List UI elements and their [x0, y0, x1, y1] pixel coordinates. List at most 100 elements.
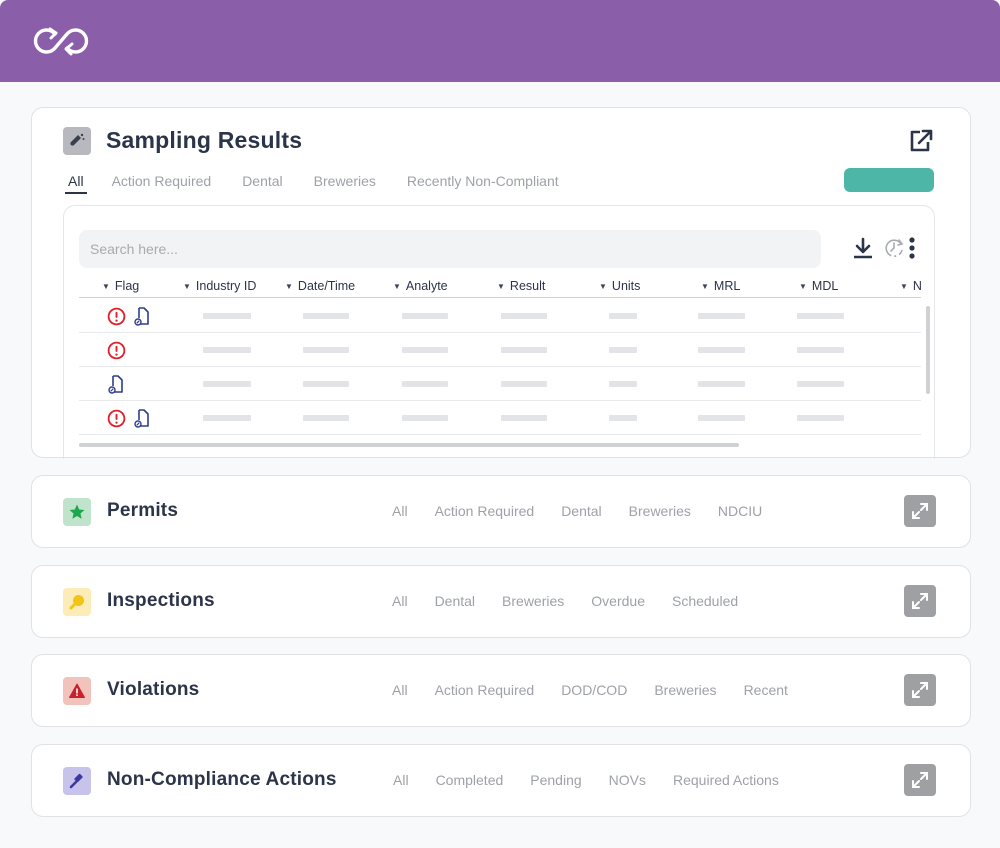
- table-row[interactable]: [79, 367, 921, 401]
- column-label: Analyte: [405, 279, 448, 293]
- expand-button[interactable]: [904, 764, 936, 796]
- column-header-date-time[interactable]: ▼ Date/Time: [285, 279, 355, 293]
- expand-button[interactable]: [904, 495, 936, 527]
- document-flag-icon[interactable]: [133, 408, 151, 428]
- tab-all[interactable]: All: [392, 503, 408, 519]
- expand-button[interactable]: [904, 674, 936, 706]
- tab-scheduled[interactable]: Scheduled: [672, 593, 738, 609]
- tab-dental[interactable]: Dental: [435, 593, 475, 609]
- column-label: Flag: [114, 279, 140, 293]
- more-vertical-icon[interactable]: [906, 236, 918, 260]
- non-compliance-actions-card: Non-Compliance Actions All Completed Pen…: [31, 744, 971, 817]
- cell-placeholder: [303, 313, 349, 319]
- tab-action-required[interactable]: Action Required: [112, 173, 212, 189]
- tab-recent[interactable]: Recent: [744, 682, 788, 698]
- tab-required-actions[interactable]: Required Actions: [673, 772, 779, 788]
- column-label: Date/Time: [297, 279, 356, 293]
- section-title: Sampling Results: [106, 127, 303, 153]
- cell-placeholder: [402, 381, 448, 387]
- tab-dod-cod[interactable]: DOD/COD: [561, 682, 627, 698]
- external-link-icon[interactable]: [908, 128, 934, 154]
- column-header-analyte[interactable]: ▼ Analyte: [393, 279, 448, 293]
- cell-placeholder: [698, 381, 745, 387]
- tab-action-required[interactable]: Action Required: [435, 682, 535, 698]
- table-header: ▼ Flag ▼ Industry ID ▼ Date/Time ▼ Analyte ▼…: [79, 278, 922, 298]
- column-header-n[interactable]: ▼ N: [900, 279, 922, 293]
- column-header-flag[interactable]: ▼ Flag: [102, 279, 139, 293]
- horizontal-scrollbar[interactable]: [79, 443, 739, 447]
- column-header-units[interactable]: ▼ Units: [599, 279, 640, 293]
- document-flag-icon[interactable]: [107, 374, 125, 394]
- tab-action-required[interactable]: Action Required: [435, 503, 535, 519]
- tab-overdue[interactable]: Overdue: [591, 593, 645, 609]
- cell-placeholder: [609, 415, 637, 421]
- search-input[interactable]: [79, 230, 821, 268]
- download-icon[interactable]: [851, 236, 875, 260]
- cell-placeholder: [698, 313, 745, 319]
- cell-placeholder: [797, 381, 844, 387]
- tab-pending[interactable]: Pending: [530, 772, 581, 788]
- permits-card: Permits All Action Required Dental Brewe…: [31, 475, 971, 548]
- cell-placeholder: [203, 381, 251, 387]
- tab-novs[interactable]: NOVs: [609, 772, 646, 788]
- alert-flag-icon[interactable]: [107, 307, 126, 326]
- vertical-scrollbar[interactable]: [926, 306, 930, 394]
- tab-recently-non-compliant[interactable]: Recently Non-Compliant: [407, 173, 559, 189]
- cell-placeholder: [698, 347, 745, 353]
- sampling-tabs: All Action Required Dental Breweries Rec…: [65, 173, 559, 194]
- cell-placeholder: [203, 415, 251, 421]
- warning-icon: [63, 677, 91, 705]
- column-header-result[interactable]: ▼ Result: [497, 279, 545, 293]
- tab-ndciu[interactable]: NDCIU: [718, 503, 762, 519]
- filter-icon: ▼: [701, 282, 709, 291]
- filter-icon: ▼: [599, 282, 607, 291]
- cell-placeholder: [797, 313, 844, 319]
- violations-tabs: All Action Required DOD/COD Breweries Re…: [392, 682, 788, 698]
- cell-placeholder: [203, 347, 251, 353]
- expand-icon: [912, 503, 928, 519]
- column-label: Result: [509, 279, 546, 293]
- cell-placeholder: [402, 347, 448, 353]
- table-row[interactable]: [79, 401, 921, 435]
- action-button[interactable]: [844, 168, 934, 192]
- magnifier-icon: [63, 588, 91, 616]
- tab-all[interactable]: All: [392, 682, 408, 698]
- document-flag-icon[interactable]: [133, 306, 151, 326]
- table-row[interactable]: [79, 299, 921, 333]
- tab-breweries[interactable]: Breweries: [502, 593, 564, 609]
- inspections-card: Inspections All Dental Breweries Overdue…: [31, 565, 971, 638]
- sampling-results-card: Sampling Results All Action Required Den…: [31, 107, 971, 459]
- tab-breweries[interactable]: Breweries: [314, 173, 376, 189]
- history-icon[interactable]: [882, 236, 906, 260]
- alert-flag-icon[interactable]: [107, 341, 126, 360]
- infinity-sync-logo-icon[interactable]: [28, 22, 94, 60]
- cell-placeholder: [797, 415, 844, 421]
- expand-icon: [912, 682, 928, 698]
- tab-completed[interactable]: Completed: [436, 772, 504, 788]
- gavel-icon: [63, 767, 91, 795]
- tab-all[interactable]: All: [65, 173, 87, 194]
- tab-all[interactable]: All: [393, 772, 409, 788]
- tab-dental[interactable]: Dental: [561, 503, 601, 519]
- star-icon: [63, 498, 91, 526]
- tab-breweries[interactable]: Breweries: [654, 682, 716, 698]
- tab-breweries[interactable]: Breweries: [629, 503, 691, 519]
- table-row[interactable]: [79, 333, 921, 367]
- filter-icon: ▼: [285, 282, 293, 291]
- cell-placeholder: [609, 381, 637, 387]
- section-title: Inspections: [107, 590, 215, 611]
- tab-all[interactable]: All: [392, 593, 408, 609]
- section-title: Permits: [107, 500, 179, 521]
- section-title: Violations: [107, 679, 200, 700]
- alert-flag-icon[interactable]: [107, 409, 126, 428]
- column-header-mdl[interactable]: ▼ MDL: [799, 279, 838, 293]
- expand-button[interactable]: [904, 585, 936, 617]
- cell-placeholder: [402, 415, 448, 421]
- column-header-mrl[interactable]: ▼ MRL: [701, 279, 740, 293]
- cell-placeholder: [303, 381, 349, 387]
- tab-dental[interactable]: Dental: [242, 173, 282, 189]
- top-bar: [0, 0, 1000, 82]
- cell-placeholder: [203, 313, 251, 319]
- column-header-industry-id[interactable]: ▼ Industry ID: [183, 279, 256, 293]
- cell-placeholder: [303, 415, 349, 421]
